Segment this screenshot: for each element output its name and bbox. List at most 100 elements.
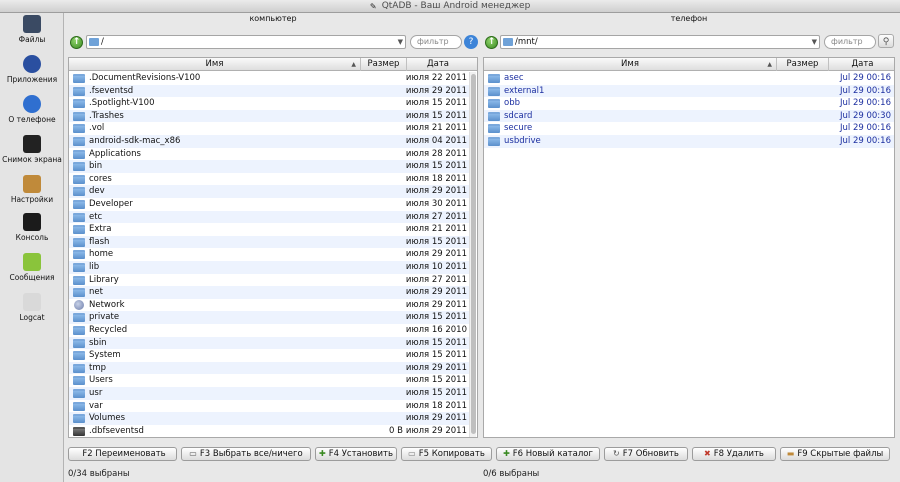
folder-icon [73, 250, 85, 260]
table-row[interactable]: .Spotlight-V100 июля 15 2011 [69, 97, 469, 110]
table-row[interactable]: Users июля 15 2011 [69, 374, 469, 387]
copy-button[interactable]: ▭ F5 Копировать [401, 447, 492, 461]
table-row[interactable]: Network июля 29 2011 [69, 299, 469, 312]
table-row[interactable]: Library июля 27 2011 [69, 274, 469, 287]
right-col-date[interactable]: Дата [829, 58, 894, 71]
table-row[interactable]: lib июля 10 2011 [69, 261, 469, 274]
table-row[interactable]: Volumes июля 29 2011 [69, 412, 469, 425]
files-icon [23, 15, 41, 33]
right-path-combo[interactable]: /mnt/ ▼ [500, 35, 820, 49]
log-icon [23, 293, 41, 311]
row-name: obb [504, 98, 520, 109]
row-date: июля 29 2011 [405, 186, 467, 197]
button-label: F3 Выбрать все/ничего [199, 449, 303, 459]
refresh-button[interactable]: ↻ F7 Обновить [604, 447, 688, 461]
folder-icon [488, 111, 500, 121]
search-icon[interactable]: ⚲ [878, 34, 894, 48]
table-row[interactable]: net июля 29 2011 [69, 286, 469, 299]
left-col-size[interactable]: Размер [361, 58, 407, 71]
left-status: 0/34 выбраны [68, 469, 130, 479]
row-date: Jul 29 00:16 [840, 85, 891, 96]
table-row[interactable]: .dbfseventsd 0 Bиюля 29 2011 [69, 425, 469, 437]
file-icon [73, 426, 85, 436]
left-filter-input[interactable]: фильтр [410, 35, 462, 49]
sidebar-item-0[interactable]: Файлы [0, 15, 64, 44]
row-name: Applications [89, 148, 141, 159]
new-folder-button[interactable]: ✚ F6 Новый каталог [496, 447, 600, 461]
button-label: F8 Удалить [713, 449, 764, 459]
table-row[interactable]: .vol июля 21 2011 [69, 122, 469, 135]
hidden-files-button[interactable]: ▬ F9 Скрытые файлы [780, 447, 890, 461]
row-date: июля 18 2011 [405, 400, 467, 411]
left-path-combo[interactable]: / ▼ [86, 35, 406, 49]
sidebar-item-5[interactable]: Консоль [0, 213, 64, 242]
right-go-up-icon[interactable]: ↑ [485, 36, 498, 49]
table-row[interactable]: private июля 15 2011 [69, 311, 469, 324]
table-row[interactable]: flash июля 15 2011 [69, 235, 469, 249]
row-name: .fseventsd [89, 85, 134, 96]
right-filter-input[interactable]: фильтр [824, 35, 876, 49]
table-row[interactable]: asec Jul 29 00:16 [484, 72, 894, 85]
row-date: июля 29 2011 [405, 85, 467, 96]
table-row[interactable]: cores июля 18 2011 [69, 173, 469, 186]
table-row[interactable]: Recycled июля 16 2010 [69, 324, 469, 337]
row-date: июля 10 2011 [405, 262, 467, 272]
folder-icon [73, 288, 85, 298]
right-file-table: Имя ▲ Размер Дата asec Jul 29 00:16 externa… [483, 57, 895, 438]
row-name: flash [89, 236, 110, 247]
left-scrollbar[interactable] [469, 72, 476, 437]
folder-icon [488, 137, 500, 146]
folder-icon [488, 124, 500, 134]
sort-arrow-icon: ▲ [767, 61, 772, 68]
table-row[interactable]: .DocumentRevisions-V100 июля 22 2011 [69, 72, 469, 85]
table-row[interactable]: Developer июля 30 2011 [69, 198, 469, 211]
left-scroll-knob[interactable] [471, 74, 476, 434]
table-row[interactable]: sdcard Jul 29 00:30 [484, 109, 894, 123]
table-row[interactable]: .Trashes июля 15 2011 [69, 109, 469, 123]
install-button[interactable]: ✚ F4 Установить [315, 447, 397, 461]
table-row[interactable]: dev июля 29 2011 [69, 185, 469, 198]
select-all-icon: ▭ [189, 449, 197, 458]
table-row[interactable]: Applications июля 28 2011 [69, 148, 469, 161]
table-row[interactable]: sbin июля 15 2011 [69, 336, 469, 350]
table-row[interactable]: obb Jul 29 00:16 [484, 97, 894, 110]
row-date: июля 29 2011 [405, 249, 467, 260]
right-col-size[interactable]: Размер [777, 58, 829, 71]
sidebar-item-6[interactable]: Сообщения [0, 253, 64, 282]
table-row[interactable]: etc июля 27 2011 [69, 210, 469, 224]
table-row[interactable]: Extra июля 21 2011 [69, 223, 469, 236]
table-row[interactable]: home июля 29 2011 [69, 248, 469, 261]
left-col-date[interactable]: Дата [407, 58, 469, 71]
table-row[interactable]: var июля 18 2011 [69, 400, 469, 413]
rename-button[interactable]: F2 Переименовать [68, 447, 177, 461]
table-row[interactable]: System июля 15 2011 [69, 349, 469, 362]
sidebar-item-2[interactable]: О телефоне [0, 95, 64, 124]
folder-icon [503, 38, 513, 46]
table-row[interactable]: .fseventsd июля 29 2011 [69, 84, 469, 98]
window-titlebar: ✎ QtADB - Ваш Android менеджер [0, 0, 900, 13]
table-row[interactable]: tmp июля 29 2011 [69, 361, 469, 375]
left-go-up-icon[interactable]: ↑ [70, 36, 83, 49]
button-label: F5 Копировать [418, 449, 485, 459]
table-row[interactable]: secure Jul 29 00:16 [484, 122, 894, 135]
folder-icon [73, 351, 85, 361]
sidebar-item-7[interactable]: Logcat [0, 293, 64, 322]
table-row[interactable]: usr июля 15 2011 [69, 387, 469, 400]
left-col-name[interactable]: Имя ▲ [69, 58, 361, 71]
folder-icon [73, 237, 85, 247]
table-row[interactable]: usbdrive Jul 29 00:16 [484, 135, 894, 148]
right-col-name[interactable]: Имя ▲ [484, 58, 777, 71]
sidebar-item-4[interactable]: Настройки [0, 175, 64, 204]
folder-icon [73, 200, 85, 209]
sidebar-item-3[interactable]: Снимок экрана [0, 135, 64, 164]
sidebar-item-label: Сообщения [9, 273, 55, 282]
select-all-button[interactable]: ▭ F3 Выбрать все/ничего [181, 447, 311, 461]
help-icon[interactable]: ? [464, 35, 478, 49]
delete-button[interactable]: ✖ F8 Удалить [692, 447, 776, 461]
table-row[interactable]: bin июля 15 2011 [69, 160, 469, 173]
table-row[interactable]: external1 Jul 29 00:16 [484, 84, 894, 98]
sidebar-item-1[interactable]: Приложения [0, 55, 64, 84]
table-row[interactable]: android-sdk-mac_x86 июля 04 2011 [69, 135, 469, 148]
folder-icon [73, 376, 85, 386]
row-date: июля 15 2011 [405, 350, 467, 361]
